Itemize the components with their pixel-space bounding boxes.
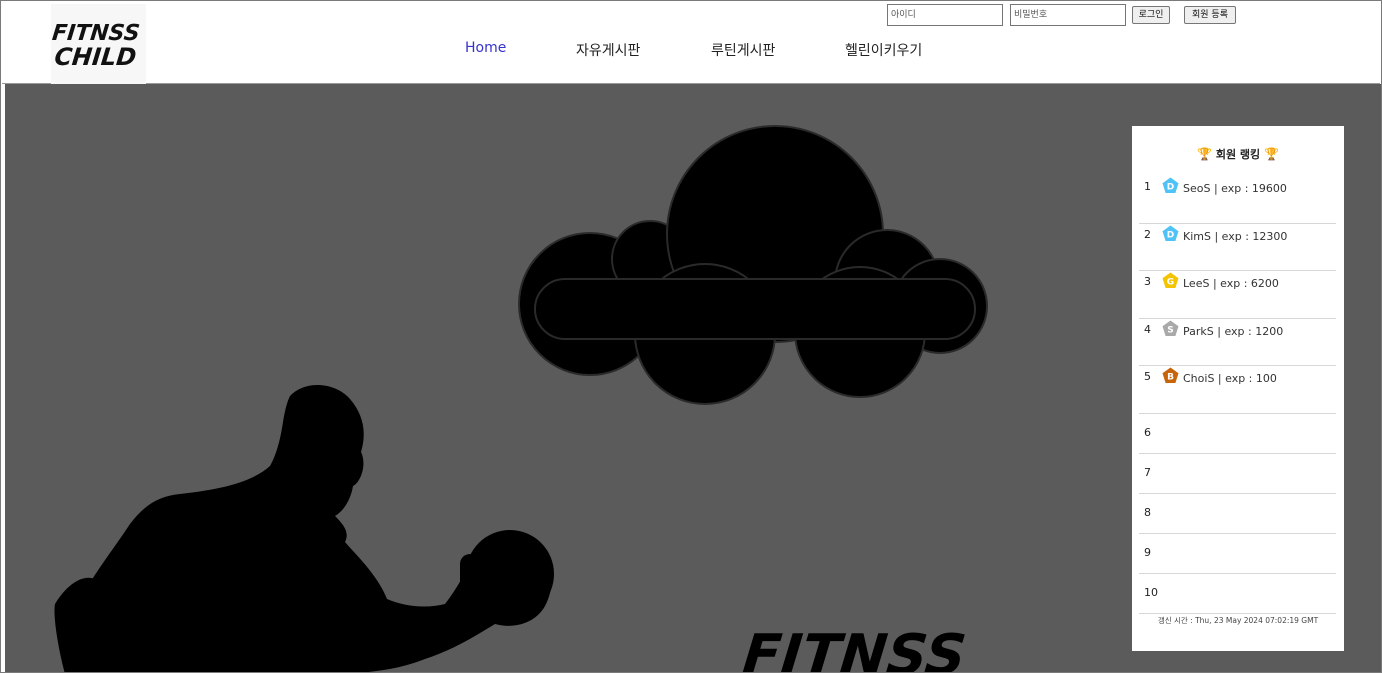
nav-home[interactable]: Home (465, 40, 506, 56)
rank-number: 6 (1144, 425, 1151, 439)
rank-member-info: LeeS | exp : 6200 (1183, 277, 1279, 290)
nav-routine-board[interactable]: 루틴게시판 (711, 40, 775, 60)
password-input[interactable] (1010, 4, 1126, 26)
rank-number: 3 (1144, 275, 1151, 288)
login-button[interactable]: 로그인 (1132, 6, 1170, 24)
ranking-row: 9 (1139, 534, 1336, 574)
rank-member-info: ParkS | exp : 1200 (1183, 324, 1284, 338)
rank-number: 8 (1144, 505, 1151, 519)
tier-letter: S (1167, 325, 1173, 335)
ranking-row: 8 (1139, 494, 1336, 534)
tier-letter: G (1167, 278, 1174, 288)
tier-badge-icon: B (1162, 367, 1179, 384)
rank-member-info: ChoiS | exp : 100 (1183, 372, 1277, 385)
rank-number: 9 (1144, 545, 1151, 559)
cloud-shape (518, 125, 988, 405)
hero-logo-watermark: FITNSS (740, 623, 970, 673)
header: FITNSS CHILD 로그인 회원 등록 Home 자유게시판 루틴게시판 … (2, 2, 1380, 84)
tier-badge-icon: D (1162, 177, 1179, 194)
rank-number: 4 (1144, 322, 1151, 336)
ranking-row: 10 (1139, 574, 1336, 614)
rank-number: 7 (1144, 465, 1151, 479)
trophy-icon: 🏆 (1264, 147, 1279, 161)
tier-letter: B (1167, 373, 1174, 383)
signup-button[interactable]: 회원 등록 (1184, 6, 1236, 24)
logo-line2: CHILD (53, 43, 138, 71)
rank-number: 10 (1144, 585, 1158, 599)
tier-letter: D (1167, 230, 1174, 240)
member-ranking-panel: 🏆 회원 랭킹 🏆 1 D SeoS | exp : 19600 2 D KimS | e… (1132, 126, 1344, 651)
rank-member-info: KimS | exp : 12300 (1183, 229, 1288, 243)
bodybuilder-silhouette (54, 385, 552, 672)
rank-number: 1 (1144, 180, 1151, 193)
ranking-row: 6 (1139, 414, 1336, 454)
tier-badge-icon: S (1162, 320, 1179, 337)
ranking-update-time: 갱신 시간 : Thu, 23 May 2024 07:02:19 GMT (1157, 616, 1319, 625)
ranking-row: 4 S ParkS | exp : 1200 (1139, 319, 1336, 366)
ranking-row: 2 D KimS | exp : 12300 (1139, 224, 1336, 271)
trophy-icon: 🏆 (1197, 147, 1212, 161)
nav-helini-raising[interactable]: 헬린이키우기 (845, 40, 922, 60)
tier-badge-icon: D (1162, 225, 1179, 242)
rank-member-info: SeoS | exp : 19600 (1183, 182, 1287, 195)
ranking-row: 1 D SeoS | exp : 19600 (1139, 176, 1336, 224)
ranking-title: 🏆 회원 랭킹 🏆 (1132, 146, 1344, 162)
tier-letter: D (1167, 183, 1174, 193)
rank-number: 2 (1144, 227, 1151, 241)
ranking-title-text: 회원 랭킹 (1215, 148, 1261, 161)
rank-number: 5 (1144, 370, 1151, 383)
site-logo[interactable]: FITNSS CHILD (51, 4, 146, 84)
ranking-row: 3 G LeeS | exp : 6200 (1139, 271, 1336, 319)
ranking-row: 7 (1139, 454, 1336, 494)
page-frame: FITNSS CHILD 로그인 회원 등록 Home 자유게시판 루틴게시판 … (0, 0, 1382, 673)
id-input[interactable] (887, 4, 1003, 26)
nav-free-board[interactable]: 자유게시판 (576, 40, 640, 60)
ranking-row: 5 B ChoiS | exp : 100 (1139, 366, 1336, 414)
tier-badge-icon: G (1162, 272, 1179, 289)
logo-graphic: FITNSS CHILD (51, 21, 141, 71)
